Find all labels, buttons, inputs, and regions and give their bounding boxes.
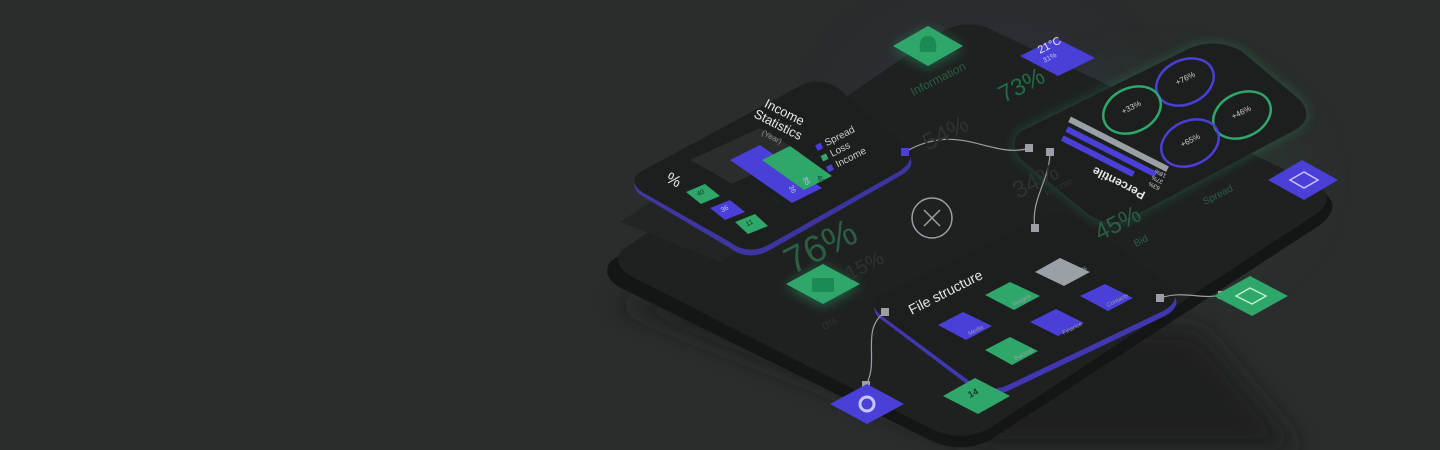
connector-node <box>901 148 909 156</box>
hero-illustration: Income Statistics (Year) % Spread Loss In… <box>0 0 1440 450</box>
isometric-scene <box>607 24 1338 450</box>
connector-node <box>1156 294 1164 302</box>
connector-node <box>881 308 889 316</box>
connector-node <box>1025 144 1033 152</box>
connector-node <box>1031 224 1039 232</box>
connector-node <box>1046 148 1054 156</box>
